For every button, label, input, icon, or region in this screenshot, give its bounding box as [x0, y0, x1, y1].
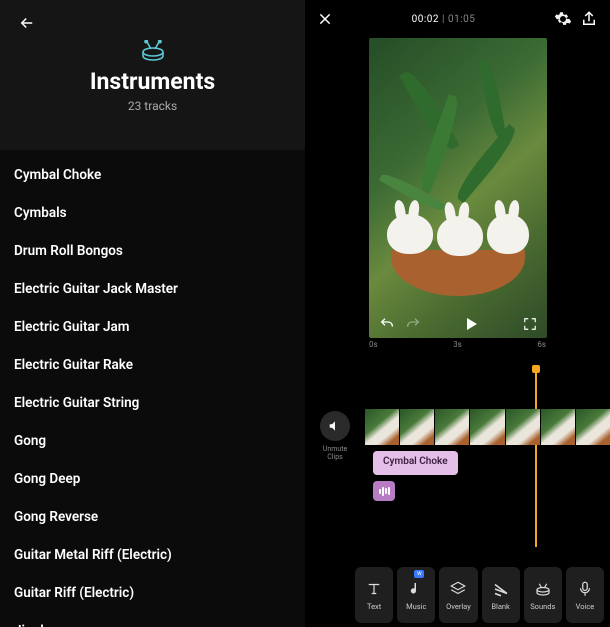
audio-clip[interactable]: Cymbal Choke	[373, 451, 458, 475]
play-button[interactable]	[467, 318, 477, 330]
track-item[interactable]: Cymbals	[0, 194, 305, 232]
badge: w	[414, 570, 424, 578]
redo-button[interactable]	[405, 316, 421, 332]
tool-sounds[interactable]: Sounds	[524, 567, 562, 623]
editor-topbar: 00:02 | 01:05	[305, 0, 610, 38]
editor-panel: 00:02 | 01:05	[305, 0, 610, 627]
track-item[interactable]: Jingle	[0, 612, 305, 627]
time-current: 00:02	[412, 14, 439, 25]
clip-thumb[interactable]	[576, 409, 610, 445]
track-item[interactable]: Guitar Metal Riff (Electric)	[0, 536, 305, 574]
share-button[interactable]	[580, 10, 598, 28]
tool-label: Overlay	[446, 602, 471, 611]
clip-thumb[interactable]	[400, 409, 434, 445]
time-display: 00:02 | 01:05	[412, 14, 476, 25]
video-preview[interactable]	[369, 38, 547, 338]
playhead[interactable]	[535, 369, 537, 547]
video-track[interactable]	[365, 409, 610, 445]
time-total: 01:05	[448, 14, 475, 25]
track-item[interactable]: Drum Roll Bongos	[0, 232, 305, 270]
tool-label: Sounds	[530, 602, 555, 611]
time-ruler: 0s 3s 6s	[305, 338, 610, 349]
music-icon	[407, 580, 425, 598]
sounds-sidebar: Instruments 23 tracks Cymbal Choke Cymba…	[0, 0, 305, 627]
voice-icon	[576, 580, 594, 598]
track-item[interactable]: Electric Guitar String	[0, 384, 305, 422]
drum-icon	[0, 40, 305, 62]
unmute-label: Unmute Clips	[315, 445, 355, 461]
tool-label: Voice	[576, 602, 595, 611]
close-button[interactable]	[317, 11, 333, 27]
preview-area	[305, 38, 610, 338]
unmute-clips-button[interactable]	[320, 411, 350, 441]
back-button[interactable]	[18, 14, 36, 32]
track-item[interactable]: Electric Guitar Rake	[0, 346, 305, 384]
settings-button[interactable]	[554, 10, 572, 28]
category-title: Instruments	[0, 68, 305, 95]
track-list: Cymbal Choke Cymbals Drum Roll Bongos El…	[0, 150, 305, 627]
overlay-icon	[449, 580, 467, 598]
undo-button[interactable]	[379, 316, 395, 332]
text-icon	[365, 580, 383, 598]
tool-overlay[interactable]: Overlay	[439, 567, 477, 623]
sounds-icon	[534, 580, 552, 598]
track-item[interactable]: Gong Deep	[0, 460, 305, 498]
track-item[interactable]: Cymbal Choke	[0, 156, 305, 194]
clip-thumb[interactable]	[541, 409, 575, 445]
tool-blank[interactable]: Blank	[482, 567, 520, 623]
track-count: 23 tracks	[0, 99, 305, 113]
clip-thumb[interactable]	[365, 409, 399, 445]
ruler-tick: 0s	[369, 340, 378, 349]
ruler-tick: 3s	[453, 340, 462, 349]
track-item[interactable]: Guitar Riff (Electric)	[0, 574, 305, 612]
tool-label: Music	[406, 602, 426, 611]
ruler-tick: 6s	[537, 340, 546, 349]
tool-music[interactable]: w Music	[397, 567, 435, 623]
tool-label: Text	[367, 602, 381, 611]
clip-thumb[interactable]	[470, 409, 504, 445]
tool-text[interactable]: Text	[355, 567, 393, 623]
preview-controls	[369, 316, 547, 332]
blank-icon	[492, 580, 510, 598]
sidebar-header: Instruments 23 tracks	[0, 0, 305, 150]
track-item[interactable]: Electric Guitar Jam	[0, 308, 305, 346]
track-item[interactable]: Gong Reverse	[0, 498, 305, 536]
tool-voice[interactable]: Voice	[566, 567, 604, 623]
clip-thumb[interactable]	[435, 409, 469, 445]
track-item[interactable]: Gong	[0, 422, 305, 460]
timeline: Unmute Clips Cymbal Choke Text w Music	[305, 349, 610, 627]
audio-waveform-icon[interactable]	[373, 481, 395, 501]
clip-thumb[interactable]	[506, 409, 540, 445]
toolbar: Text w Music Overlay Blank Sounds Voi	[305, 563, 610, 627]
tool-label: Blank	[491, 602, 510, 611]
track-item[interactable]: Electric Guitar Jack Master	[0, 270, 305, 308]
fullscreen-button[interactable]	[523, 317, 537, 331]
